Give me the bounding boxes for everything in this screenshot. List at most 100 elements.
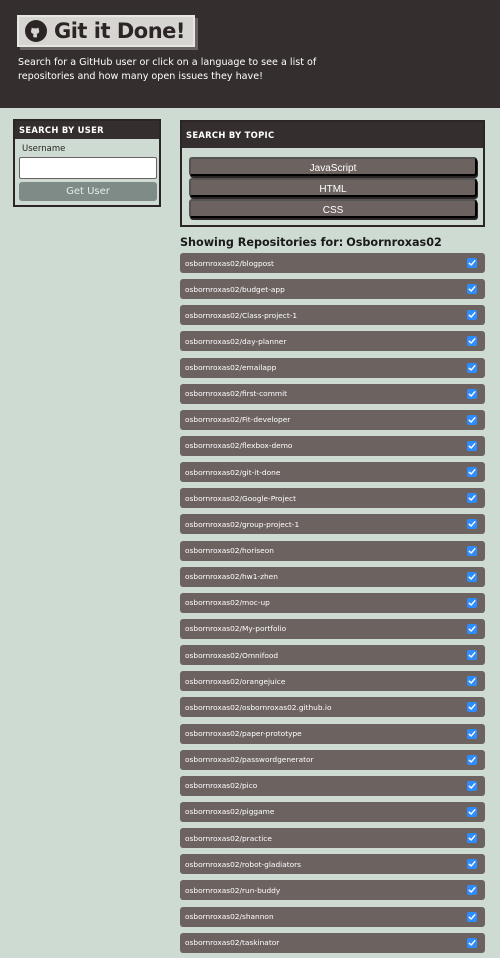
repo-heading-prefix: Showing Repositories for: [180, 236, 344, 249]
github-icon [25, 20, 47, 42]
repo-name: osbornroxas02/moc-up [185, 598, 270, 608]
repo-heading-username: Osbornroxas02 [346, 236, 442, 249]
repo-name: osbornroxas02/robot-gladiators [185, 859, 302, 869]
checkbox-checked-icon [467, 310, 477, 321]
search-by-user-panel: SEARCH BY USER Username Get User [13, 119, 161, 207]
checkbox-checked-icon [467, 806, 477, 817]
checkbox-checked-icon [467, 362, 477, 373]
repo-name: osbornroxas02/day-planner [185, 336, 287, 346]
search-by-topic-heading: SEARCH BY TOPIC [182, 122, 483, 148]
checkbox-checked-icon [467, 493, 477, 504]
search-by-topic-panel: SEARCH BY TOPIC JavaScript HTML CSS [180, 120, 485, 227]
username-input[interactable] [19, 157, 157, 179]
repo-item[interactable]: osbornroxas02/Google-Project [180, 488, 485, 509]
language-button-javascript[interactable]: JavaScript [189, 157, 477, 176]
repo-name: osbornroxas02/hw1-zhen [185, 572, 278, 582]
repo-name: osbornroxas02/Class-project-1 [185, 310, 298, 320]
get-user-button[interactable]: Get User [19, 182, 157, 201]
repo-name: osbornroxas02/group-project-1 [185, 519, 300, 529]
repo-name: osbornroxas02/piggame [185, 807, 275, 817]
checkbox-checked-icon [467, 414, 477, 425]
repo-name: osbornroxas02/My-portfolio [185, 624, 287, 634]
repo-item[interactable]: osbornroxas02/day-planner [180, 331, 485, 352]
repo-name: osbornroxas02/horiseon [185, 546, 274, 556]
checkbox-checked-icon [467, 597, 477, 608]
repo-item[interactable]: osbornroxas02/git-it-done [180, 462, 485, 483]
repo-item[interactable]: osbornroxas02/My-portfolio [180, 618, 485, 639]
repo-name: osbornroxas02/run-buddy [185, 885, 281, 895]
repo-name: osbornroxas02/paper-prototype [185, 729, 302, 739]
checkbox-checked-icon [467, 336, 477, 347]
checkbox-checked-icon [467, 676, 477, 687]
checkbox-checked-icon [467, 911, 477, 922]
checkbox-checked-icon [467, 467, 477, 478]
repo-name: osbornroxas02/passwordgenerator [185, 755, 314, 765]
repo-item[interactable]: osbornroxas02/taskinator [180, 932, 485, 953]
repo-name: osbornroxas02/practice [185, 833, 272, 843]
repo-item[interactable]: osbornroxas02/budget-app [180, 279, 485, 300]
repo-name: osbornroxas02/taskinator [185, 938, 280, 948]
repo-list: osbornroxas02/blogpost osbornroxas02/budg… [180, 253, 485, 958]
search-by-user-heading: SEARCH BY USER [15, 121, 159, 139]
repo-item[interactable]: osbornroxas02/shannon [180, 906, 485, 927]
repo-item[interactable]: osbornroxas02/blogpost [180, 253, 485, 273]
checkbox-checked-icon [467, 258, 477, 268]
checkbox-checked-icon [467, 833, 477, 844]
repo-item[interactable]: osbornroxas02/run-buddy [180, 880, 485, 901]
repo-name: osbornroxas02/budget-app [185, 284, 285, 294]
checkbox-checked-icon [467, 623, 477, 634]
repo-item[interactable]: osbornroxas02/flexbox-demo [180, 435, 485, 456]
repo-name: osbornroxas02/emailapp [185, 363, 277, 373]
checkbox-checked-icon [467, 440, 477, 451]
app-subtitle: Search for a GitHub user or click on a l… [18, 57, 317, 82]
checkbox-checked-icon [467, 885, 477, 896]
checkbox-checked-icon [467, 937, 477, 948]
app-title: Git it Done! [54, 19, 185, 43]
repo-item[interactable]: osbornroxas02/robot-gladiators [180, 854, 485, 875]
repo-name: osbornroxas02/Fit-developer [185, 415, 291, 425]
checkbox-checked-icon [467, 754, 477, 765]
repo-item[interactable]: osbornroxas02/Fit-developer [180, 409, 485, 430]
repo-item[interactable]: osbornroxas02/pico [180, 775, 485, 796]
repo-name: osbornroxas02/shannon [185, 912, 274, 922]
repo-item[interactable]: osbornroxas02/hw1-zhen [180, 566, 485, 587]
repo-item[interactable]: osbornroxas02/group-project-1 [180, 514, 485, 535]
repo-item[interactable]: osbornroxas02/moc-up [180, 592, 485, 613]
checkbox-checked-icon [467, 519, 477, 530]
language-button-html[interactable]: HTML [189, 178, 477, 197]
checkbox-checked-icon [467, 284, 477, 295]
repo-item[interactable]: osbornroxas02/first-commit [180, 383, 485, 404]
repo-item[interactable]: osbornroxas02/orangejuice [180, 671, 485, 692]
app-logo: Git it Done! [17, 15, 195, 47]
repo-name: osbornroxas02/first-commit [185, 389, 288, 399]
repo-list-heading: Showing Repositories for: Osbornroxas02 [180, 236, 442, 249]
repo-name: osbornroxas02/Omnifood [185, 650, 279, 660]
language-button-css[interactable]: CSS [189, 199, 477, 218]
checkbox-checked-icon [467, 859, 477, 870]
checkbox-checked-icon [467, 728, 477, 739]
repo-item[interactable]: osbornroxas02/emailapp [180, 357, 485, 378]
repo-name: osbornroxas02/orangejuice [185, 676, 286, 686]
checkbox-checked-icon [467, 571, 477, 582]
repo-name: osbornroxas02/osbornroxas02.github.io [185, 702, 332, 712]
checkbox-checked-icon [467, 388, 477, 399]
page-header: Git it Done! Search for a GitHub user or… [0, 0, 500, 108]
repo-name: osbornroxas02/flexbox-demo [185, 441, 293, 451]
repo-name: osbornroxas02/blogpost [185, 258, 274, 268]
repo-item[interactable]: osbornroxas02/piggame [180, 801, 485, 822]
repo-item[interactable]: osbornroxas02/horiseon [180, 540, 485, 561]
checkbox-checked-icon [467, 780, 477, 791]
repo-item[interactable]: osbornroxas02/passwordgenerator [180, 749, 485, 770]
repo-item[interactable]: osbornroxas02/osbornroxas02.github.io [180, 697, 485, 718]
repo-name: osbornroxas02/git-it-done [185, 467, 281, 477]
checkbox-checked-icon [467, 650, 477, 661]
repo-item[interactable]: osbornroxas02/Omnifood [180, 645, 485, 666]
repo-item[interactable]: osbornroxas02/paper-prototype [180, 723, 485, 744]
repo-item[interactable]: osbornroxas02/practice [180, 828, 485, 849]
repo-item[interactable]: osbornroxas02/Class-project-1 [180, 305, 485, 326]
repo-name: osbornroxas02/Google-Project [185, 493, 297, 503]
username-label: Username [22, 144, 66, 154]
checkbox-checked-icon [467, 545, 477, 556]
repo-name: osbornroxas02/pico [185, 781, 258, 791]
checkbox-checked-icon [467, 702, 477, 713]
